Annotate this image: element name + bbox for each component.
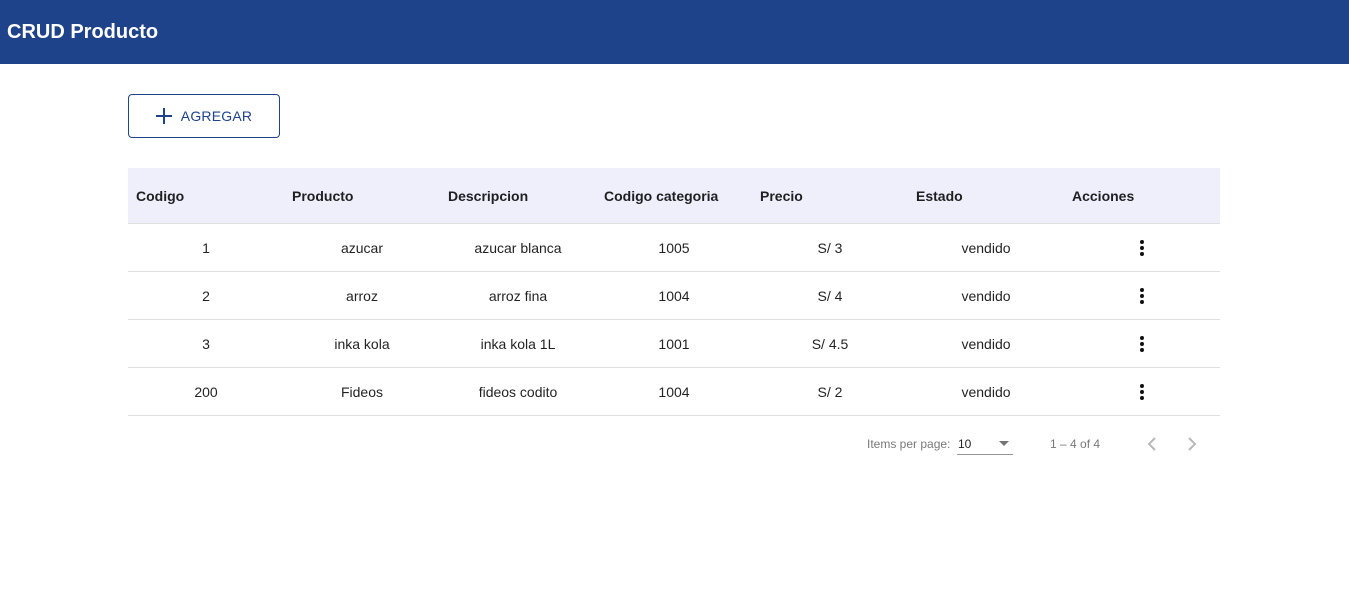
- items-per-page-label: Items per page:: [867, 437, 951, 451]
- cell-precio: S/ 4.5: [752, 319, 908, 368]
- more-vert-icon[interactable]: [1130, 236, 1154, 260]
- page-size-select[interactable]: 10: [957, 430, 1013, 455]
- cell-producto: Fideos: [284, 367, 440, 416]
- cell-estado: vendido: [908, 271, 1064, 320]
- cell-codigo: 3: [128, 319, 284, 368]
- cell-estado: vendido: [908, 367, 1064, 416]
- column-header-descripcion: Descripcion: [440, 168, 596, 224]
- app-title: CRUD Producto: [7, 20, 159, 43]
- products-table: Codigo Producto Descripcion Codigo categ…: [128, 168, 1220, 416]
- table-row: 1 azucar azucar blanca 1005 S/ 3 vendido: [128, 223, 1220, 272]
- cell-codigo: 1: [128, 223, 284, 272]
- column-header-estado: Estado: [908, 168, 1064, 224]
- cell-codigo-categoria: 1004: [596, 271, 752, 320]
- cell-producto: azucar: [284, 223, 440, 272]
- cell-descripcion: fideos codito: [440, 367, 596, 416]
- cell-descripcion: inka kola 1L: [440, 319, 596, 368]
- cell-codigo-categoria: 1005: [596, 223, 752, 272]
- cell-estado: vendido: [908, 319, 1064, 368]
- chevron-right-icon: [1188, 437, 1197, 451]
- column-header-producto: Producto: [284, 168, 440, 224]
- chevron-left-icon: [1147, 437, 1156, 451]
- table-row: 2 arroz arroz fina 1004 S/ 4 vendido: [128, 271, 1220, 320]
- table-header-row: Codigo Producto Descripcion Codigo categ…: [128, 168, 1220, 224]
- column-header-precio: Precio: [752, 168, 908, 224]
- paginator: Items per page: 10 1 – 4 of 4: [128, 424, 1220, 464]
- cell-precio: S/ 3: [752, 223, 908, 272]
- page-range-label: 1 – 4 of 4: [1050, 437, 1101, 451]
- cell-codigo-categoria: 1004: [596, 367, 752, 416]
- cell-codigo: 2: [128, 271, 284, 320]
- cell-estado: vendido: [908, 223, 1064, 272]
- cell-descripcion: arroz fina: [440, 271, 596, 320]
- cell-codigo-categoria: 1001: [596, 319, 752, 368]
- plus-icon: [155, 108, 172, 124]
- add-button-label: AGREGAR: [180, 108, 253, 124]
- column-header-acciones: Acciones: [1064, 168, 1220, 224]
- page-size-value: 10: [958, 437, 972, 451]
- table-row: 3 inka kola inka kola 1L 1001 S/ 4.5 ven…: [128, 319, 1220, 368]
- more-vert-icon[interactable]: [1130, 332, 1154, 356]
- cell-descripcion: azucar blanca: [440, 223, 596, 272]
- more-vert-icon[interactable]: [1130, 284, 1154, 308]
- add-product-button[interactable]: AGREGAR: [128, 94, 280, 138]
- cell-acciones: [1064, 271, 1220, 320]
- column-header-codigo-categoria: Codigo categoria: [596, 168, 752, 224]
- cell-precio: S/ 4: [752, 271, 908, 320]
- cell-producto: arroz: [284, 271, 440, 320]
- next-page-button[interactable]: [1180, 432, 1204, 456]
- table-row: 200 Fideos fideos codito 1004 S/ 2 vendi…: [128, 367, 1220, 416]
- cell-precio: S/ 2: [752, 367, 908, 416]
- previous-page-button[interactable]: [1140, 432, 1164, 456]
- cell-acciones: [1064, 223, 1220, 272]
- dropdown-arrow-icon: [999, 441, 1009, 446]
- cell-acciones: [1064, 367, 1220, 416]
- cell-acciones: [1064, 319, 1220, 368]
- cell-codigo: 200: [128, 367, 284, 416]
- app-toolbar: CRUD Producto: [0, 0, 1349, 64]
- more-vert-icon[interactable]: [1130, 380, 1154, 404]
- cell-producto: inka kola: [284, 319, 440, 368]
- column-header-codigo: Codigo: [128, 168, 284, 224]
